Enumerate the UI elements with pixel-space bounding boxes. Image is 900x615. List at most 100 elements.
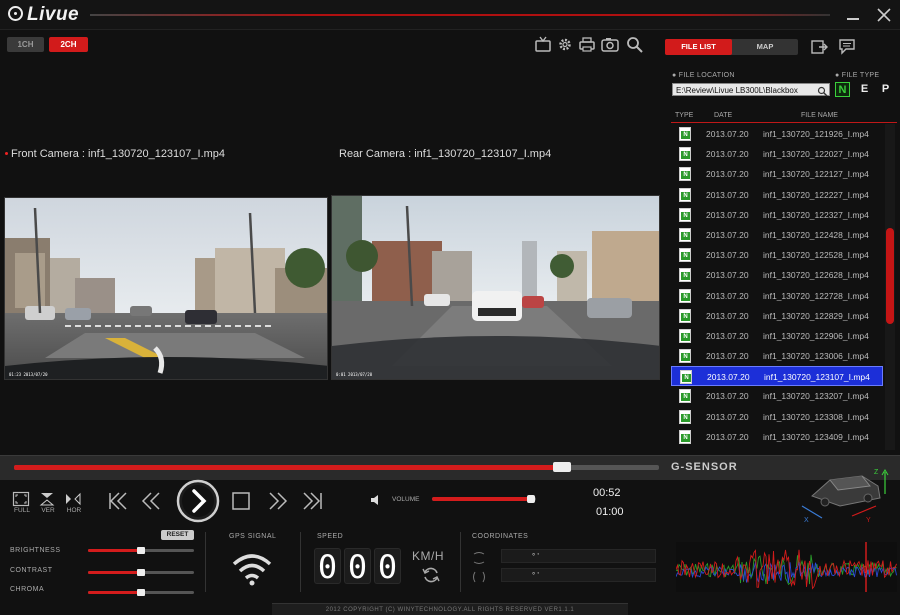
file-name: inf1_130720_122428_I.mp4 [763, 229, 869, 240]
normal-file-icon [679, 328, 691, 343]
horizontal-flip-button[interactable]: HOR [64, 491, 84, 514]
skip-to-end-icon[interactable] [302, 490, 324, 512]
file-type-label: ● FILE TYPE [835, 72, 880, 79]
file-list-row[interactable]: 2013.07.20 inf1_130720_123107_I.mp4 [671, 366, 883, 387]
file-date: 2013.07.20 [706, 270, 749, 281]
file-type-parking-button[interactable]: P [878, 82, 893, 97]
eye-logo-icon [8, 6, 23, 21]
export-icon[interactable] [811, 38, 829, 55]
chroma-label: CHROMA [10, 586, 45, 593]
file-date: 2013.07.20 [707, 372, 750, 383]
front-camera-label: Front Camera : inf1_130720_123107_I.mp4 [5, 148, 225, 160]
file-list-row[interactable]: 2013.07.20 inf1_130720_122728_I.mp4 [671, 286, 883, 306]
full-label: FULL [14, 507, 30, 514]
brightness-handle[interactable] [137, 547, 145, 554]
printer-icon[interactable] [578, 36, 596, 53]
file-list-row[interactable]: 2013.07.20 inf1_130720_122628_I.mp4 [671, 265, 883, 285]
file-list[interactable]: 2013.07.20inf1_130720_121926_I.mp42013.0… [671, 124, 883, 450]
file-name: inf1_130720_123107_I.mp4 [764, 372, 870, 383]
file-list-row[interactable]: 2013.07.20 inf1_130720_123207_I.mp4 [671, 386, 883, 406]
normal-file-icon [679, 207, 691, 222]
fast-forward-icon[interactable] [267, 490, 289, 512]
gps-signal-icon [232, 552, 272, 591]
file-name: inf1_130720_122528_I.mp4 [763, 250, 869, 261]
file-date: 2013.07.20 [706, 169, 749, 180]
channel-1-button[interactable]: 1CH [7, 37, 44, 52]
g-sensor-car-icon: X Y Z [800, 466, 895, 524]
axis-y-label: Y [866, 517, 871, 524]
channel-2-button[interactable]: 2CH [49, 37, 88, 52]
minimize-icon[interactable] [842, 4, 864, 26]
file-type-event-button[interactable]: E [857, 82, 872, 97]
file-list-row[interactable]: 2013.07.20 inf1_130720_122528_I.mp4 [671, 245, 883, 265]
horizontal-flip-icon [66, 492, 81, 506]
longitude-icon [472, 570, 486, 589]
file-list-row[interactable]: 2013.07.20 inf1_130720_122906_I.mp4 [671, 326, 883, 346]
file-list-row[interactable]: 2013.07.20 inf1_130720_123409_I.mp4 [671, 427, 883, 447]
file-date: 2013.07.20 [706, 351, 749, 362]
file-location-input[interactable]: E:\Review\Livue LB300L\Blackbox [672, 83, 830, 96]
hor-label: HOR [66, 507, 82, 514]
file-date: 2013.07.20 [706, 330, 749, 341]
file-date: 2013.07.20 [706, 431, 749, 442]
tab-map[interactable]: MAP [732, 39, 798, 55]
tab-file-list[interactable]: FILE LIST [665, 39, 732, 55]
file-list-row[interactable]: 2013.07.20 inf1_130720_122829_I.mp4 [671, 306, 883, 326]
reset-button[interactable]: RESET [161, 530, 194, 540]
close-icon[interactable] [873, 4, 895, 26]
refresh-icon[interactable] [421, 565, 441, 590]
file-date: 2013.07.20 [706, 189, 749, 200]
file-list-row[interactable]: 2013.07.20 inf1_130720_123006_I.mp4 [671, 346, 883, 366]
file-type-normal-button[interactable]: N [835, 82, 850, 97]
seek-handle[interactable] [553, 462, 572, 472]
rear-camera-video[interactable]: 0:01 2013/07/20 [331, 195, 660, 380]
file-name: inf1_130720_123308_I.mp4 [763, 411, 869, 422]
normal-file-icon [679, 308, 691, 323]
volume-level [432, 497, 531, 501]
normal-file-icon [679, 389, 691, 404]
file-name: inf1_130720_121926_I.mp4 [763, 129, 869, 139]
volume-handle[interactable] [526, 495, 535, 503]
latitude-field: ° ' [501, 549, 656, 563]
camera-icon[interactable] [601, 36, 619, 53]
tv-icon[interactable] [534, 36, 552, 53]
full-view-button[interactable]: FULL [12, 491, 32, 514]
chroma-handle[interactable] [137, 589, 145, 596]
file-list-row[interactable]: 2013.07.20 inf1_130720_122027_I.mp4 [671, 144, 883, 164]
contrast-handle[interactable] [137, 569, 145, 576]
file-list-row[interactable]: 2013.07.20 inf1_130720_122227_I.mp4 [671, 185, 883, 205]
file-list-row[interactable]: 2013.07.20 inf1_130720_122127_I.mp4 [671, 164, 883, 184]
file-list-row[interactable]: 2013.07.20 inf1_130720_121926_I.mp4 [671, 124, 883, 144]
file-date: 2013.07.20 [706, 209, 749, 220]
fullscreen-icon [12, 491, 30, 507]
app-logo: Livue [8, 4, 79, 26]
settings-gear-icon[interactable] [556, 36, 574, 53]
vertical-flip-icon [39, 493, 55, 506]
normal-file-icon [679, 349, 691, 364]
file-list-row[interactable]: 2013.07.20 inf1_130720_122327_I.mp4 [671, 205, 883, 225]
normal-file-icon [679, 429, 691, 444]
stop-icon[interactable] [230, 490, 252, 512]
g-sensor-title: G-SENSOR [671, 461, 738, 473]
speed-digit: 0 [344, 548, 371, 585]
front-camera-video[interactable]: 01:23 2013/07/20 [4, 197, 328, 380]
file-list-row[interactable]: 2013.07.20 inf1_130720_123308_I.mp4 [671, 407, 883, 427]
total-time: 01:00 [596, 506, 624, 518]
search-icon[interactable] [626, 36, 644, 53]
file-list-scroll-thumb[interactable] [886, 227, 894, 324]
contrast-level [88, 571, 141, 574]
speed-label: SPEED [317, 533, 344, 540]
skip-to-start-icon[interactable] [106, 490, 128, 512]
browse-search-icon[interactable] [817, 84, 828, 97]
file-name: inf1_130720_122227_I.mp4 [763, 189, 869, 200]
volume-icon[interactable] [370, 493, 382, 511]
vertical-flip-button[interactable]: VER [38, 491, 58, 514]
chat-icon[interactable] [838, 38, 856, 55]
file-name: inf1_130720_122628_I.mp4 [763, 270, 869, 281]
play-button[interactable] [176, 479, 220, 523]
g-sensor-graph [675, 542, 897, 592]
latitude-icon [472, 551, 486, 570]
file-list-row[interactable]: 2013.07.20 inf1_130720_122428_I.mp4 [671, 225, 883, 245]
rewind-icon[interactable] [140, 490, 162, 512]
volume-label: VOLUME [392, 496, 420, 503]
